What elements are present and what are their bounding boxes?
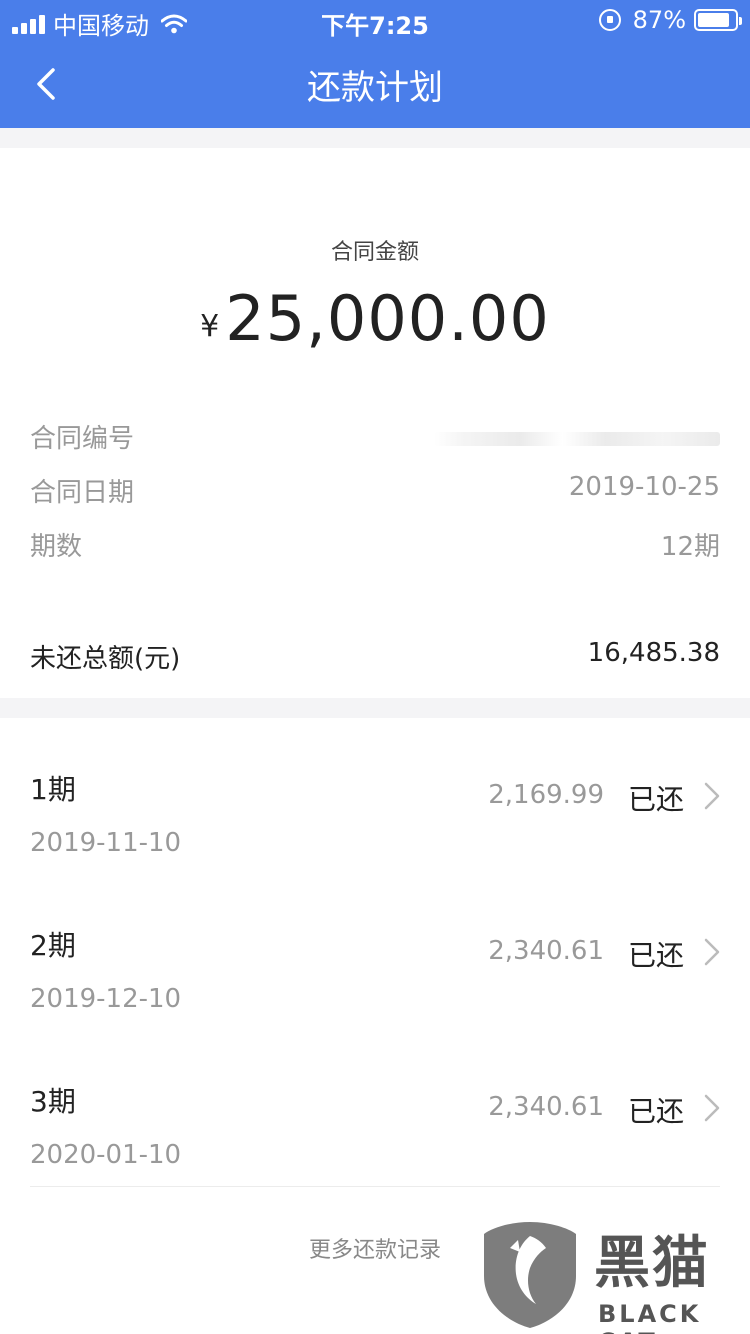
period-amount: 2,340.61 <box>488 936 604 966</box>
cat-shield-icon <box>484 1222 576 1328</box>
outstanding-total-row: 未还总额(元) 16,485.38 <box>30 638 720 678</box>
period-status: 已还 <box>627 783 684 816</box>
currency-symbol: ¥ <box>200 309 220 344</box>
period-name: 1期 <box>30 773 76 806</box>
status-bar: 中国移动 下午7:25 87% <box>0 0 750 40</box>
contract-summary-card: 合同金额 ¥25,000.00 合同编号 合同日期 2019-10-25 期数 … <box>0 148 750 698</box>
installments-value: 12期 <box>660 532 720 562</box>
watermark-subtext: BLACK CAT <box>598 1300 702 1334</box>
period-name: 2期 <box>30 929 76 962</box>
contract-date-label: 合同日期 <box>30 478 135 508</box>
page-title: 还款计划 <box>307 68 443 108</box>
period-date: 2019-11-10 <box>30 828 182 858</box>
contract-number-redacted <box>434 432 720 446</box>
period-item-2[interactable]: 2期 2019-12-10 2,340.61 已还 <box>30 900 720 1030</box>
period-status: 已还 <box>627 1095 684 1128</box>
watermark-text: 黑猫 <box>594 1231 710 1296</box>
battery-fill <box>698 13 730 27</box>
period-date: 2020-01-10 <box>30 1140 182 1170</box>
contract-amount: ¥25,000.00 <box>0 282 750 355</box>
chevron-right-icon <box>704 782 720 810</box>
period-amount: 2,340.61 <box>488 1092 604 1122</box>
outstanding-total-label: 未还总额(元) <box>30 644 181 674</box>
chevron-right-icon <box>704 1094 720 1122</box>
chevron-right-icon <box>704 938 720 966</box>
contract-amount-label: 合同金额 <box>330 240 419 265</box>
contract-date-value: 2019-10-25 <box>568 472 720 502</box>
contract-number-row: 合同编号 <box>30 418 720 458</box>
period-amount: 2,169.99 <box>488 780 604 810</box>
outstanding-total-value: 16,485.38 <box>587 638 720 668</box>
period-item-3[interactable]: 3期 2020-01-10 2,340.61 已还 <box>30 1056 720 1186</box>
list-divider <box>30 1186 720 1187</box>
installments-label: 期数 <box>30 532 83 562</box>
period-status: 已还 <box>627 939 684 972</box>
period-date: 2019-12-10 <box>30 984 182 1014</box>
period-name: 3期 <box>30 1085 76 1118</box>
contract-number-label: 合同编号 <box>30 424 135 454</box>
header: 中国移动 下午7:25 87% 还款计划 <box>0 0 750 128</box>
battery-icon <box>694 9 742 31</box>
battery-percent: 87% <box>632 6 686 34</box>
status-right: 87% <box>598 6 742 34</box>
period-item-1[interactable]: 1期 2019-11-10 2,169.99 已还 <box>30 744 720 874</box>
watermark-logo: 黑猫 BLACK CAT <box>480 1214 750 1334</box>
contract-date-row: 合同日期 2019-10-25 <box>30 472 720 512</box>
rotation-lock-icon <box>598 9 621 31</box>
installments-row: 期数 12期 <box>30 526 720 566</box>
contract-amount-value: 25,000.00 <box>225 282 550 355</box>
nav-bar: 还款计划 <box>0 40 750 128</box>
